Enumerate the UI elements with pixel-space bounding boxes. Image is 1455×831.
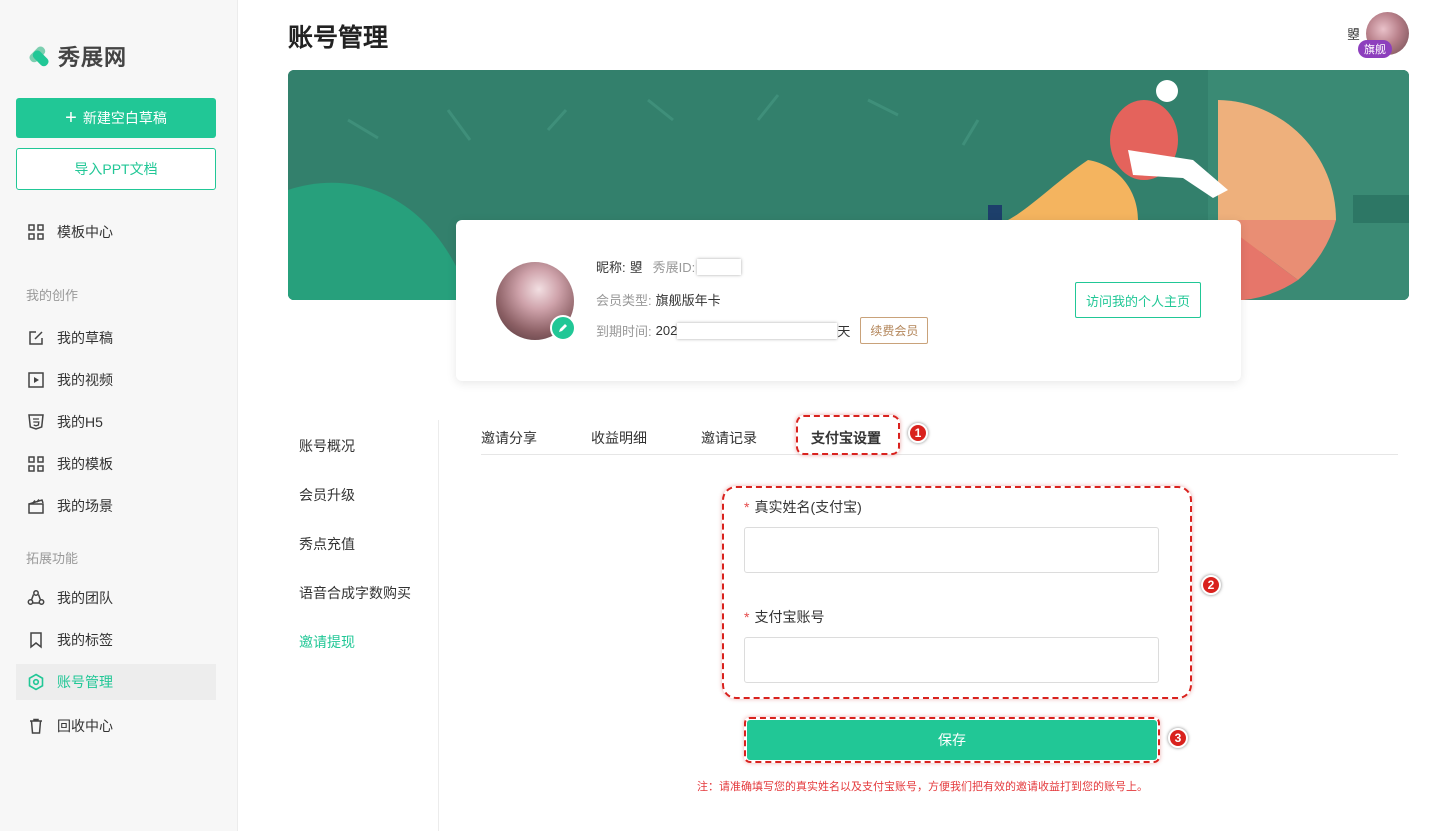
clapper-icon xyxy=(28,499,44,514)
expiry-prefix: 202 xyxy=(655,323,678,338)
logo[interactable]: 秀展网 xyxy=(26,40,127,72)
sidebar-item-template-center[interactable]: 模板中心 xyxy=(16,214,216,250)
nav-group-creation: 我的创作 xyxy=(26,288,79,303)
member-type-label: 会员类型: xyxy=(596,293,652,308)
sidebar-item-templates[interactable]: 我的模板 xyxy=(16,446,216,482)
nickname-value: 曌 xyxy=(629,260,643,275)
tab-earnings[interactable]: 收益明细 xyxy=(591,428,647,448)
user-menu[interactable]: 曌 旗舰 xyxy=(1346,12,1409,58)
real-name-label: * 真实姓名(支付宝) xyxy=(744,497,862,517)
alipay-account-label: * 支付宝账号 xyxy=(744,607,824,627)
sidebar-item-label: 我的模板 xyxy=(57,456,113,472)
renew-button[interactable]: 续费会员 xyxy=(860,317,929,344)
edit-avatar-button[interactable] xyxy=(550,315,576,341)
nickname-label: 昵称: xyxy=(596,260,626,275)
required-mark: * xyxy=(744,609,750,625)
edit-icon xyxy=(29,331,43,345)
account-menu-item-withdraw[interactable]: 邀请提现 xyxy=(299,632,355,652)
expiry-label: 到期时间: xyxy=(596,324,652,339)
sidebar-item-label: 我的视频 xyxy=(57,372,113,388)
sidebar-item-label: 我的草稿 xyxy=(57,330,113,346)
tab-invite-records[interactable]: 邀请记录 xyxy=(701,428,757,448)
sidebar-item-videos[interactable]: 我的视频 xyxy=(16,362,216,398)
expiry-row: 到期时间: 202 天 续费会员 xyxy=(596,317,929,344)
required-mark: * xyxy=(744,499,750,515)
nav-group-extend: 拓展功能 xyxy=(26,551,79,566)
visit-homepage-button[interactable]: 访问我的个人主页 xyxy=(1075,282,1201,318)
sidebar: 秀展网 + 新建空白草稿 导入PPT文档 模板中心 我的创作 我的草稿 我的视频… xyxy=(0,0,238,831)
sidebar-item-label: 我的标签 xyxy=(57,632,113,648)
sidebar-item-label: 我的场景 xyxy=(57,498,113,514)
sidebar-item-label: 我的H5 xyxy=(57,414,103,430)
page-title: 账号管理 xyxy=(288,24,389,52)
avatar[interactable]: 旗舰 xyxy=(1358,12,1409,58)
logo-text: 秀展网 xyxy=(58,45,128,70)
grid-icon xyxy=(28,224,44,240)
redacted-expiry xyxy=(677,322,838,339)
grid-icon xyxy=(28,456,44,472)
sidebar-item-scenes[interactable]: 我的场景 xyxy=(16,488,216,524)
real-name-label-text: 真实姓名(支付宝) xyxy=(754,499,862,515)
redacted-id xyxy=(697,258,742,275)
bookmark-icon xyxy=(30,632,42,649)
vip-badge: 旗舰 xyxy=(1358,40,1392,58)
tab-invite-share[interactable]: 邀请分享 xyxy=(481,428,537,448)
form-note: 注：请准确填写您的真实姓名以及支付宝账号，方便我们把有效的邀请收益打到您的账号上… xyxy=(697,781,1148,793)
sidebar-item-label: 模板中心 xyxy=(57,224,113,240)
member-type-row: 会员类型: 旗舰版年卡 xyxy=(596,290,721,309)
sidebar-item-label: 回收中心 xyxy=(57,718,113,734)
sidebar-item-tags[interactable]: 我的标签 xyxy=(16,622,216,658)
logo-icon xyxy=(26,41,52,71)
new-draft-label: 新建空白草稿 xyxy=(82,110,167,126)
annotation-step-2: 2 xyxy=(1201,575,1221,595)
sidebar-item-account[interactable]: 账号管理 xyxy=(16,664,216,700)
account-menu: 账号概况 会员升级 秀点充值 语音合成字数购买 邀请提现 xyxy=(288,420,439,831)
member-type-value: 旗舰版年卡 xyxy=(655,293,721,308)
hexagon-icon xyxy=(28,673,44,691)
sidebar-item-recycle[interactable]: 回收中心 xyxy=(16,708,216,744)
pencil-icon xyxy=(559,324,567,332)
account-menu-item[interactable]: 语音合成字数购买 xyxy=(299,583,411,603)
sidebar-item-label: 我的团队 xyxy=(57,590,113,606)
sidebar-item-team[interactable]: 我的团队 xyxy=(16,580,216,616)
import-ppt-button[interactable]: 导入PPT文档 xyxy=(16,148,216,190)
alipay-account-label-text: 支付宝账号 xyxy=(754,609,825,625)
save-button[interactable]: 保存 xyxy=(747,720,1157,760)
annotation-highlight-tab xyxy=(796,415,900,455)
nickname-row: 昵称: 曌 秀展ID: xyxy=(596,257,742,276)
real-name-input[interactable] xyxy=(744,527,1159,573)
alipay-account-input[interactable] xyxy=(744,637,1159,683)
expiry-suffix: 天 xyxy=(837,324,851,339)
sidebar-item-label: 账号管理 xyxy=(57,674,113,690)
plus-icon: + xyxy=(65,107,77,129)
tab-bar: 邀请分享 收益明细 邀请记录 支付宝设置 xyxy=(481,420,1398,455)
sidebar-item-drafts[interactable]: 我的草稿 xyxy=(16,320,216,356)
html5-icon xyxy=(28,414,44,430)
user-name: 曌 xyxy=(1346,27,1360,42)
trash-icon xyxy=(30,718,42,734)
play-icon xyxy=(28,372,44,388)
annotation-step-3: 3 xyxy=(1168,728,1188,748)
new-draft-button[interactable]: + 新建空白草稿 xyxy=(16,98,216,138)
sidebar-item-h5[interactable]: 我的H5 xyxy=(16,404,216,440)
account-menu-item[interactable]: 秀点充值 xyxy=(299,534,355,554)
id-label: 秀展ID: xyxy=(652,260,696,275)
account-menu-item[interactable]: 会员升级 xyxy=(299,485,355,505)
team-icon xyxy=(27,590,45,605)
annotation-step-1: 1 xyxy=(908,423,928,443)
account-menu-item[interactable]: 账号概况 xyxy=(299,436,355,456)
profile-card: 昵称: 曌 秀展ID: 会员类型: 旗舰版年卡 到期时间: 202 天 续费会员… xyxy=(456,220,1241,381)
